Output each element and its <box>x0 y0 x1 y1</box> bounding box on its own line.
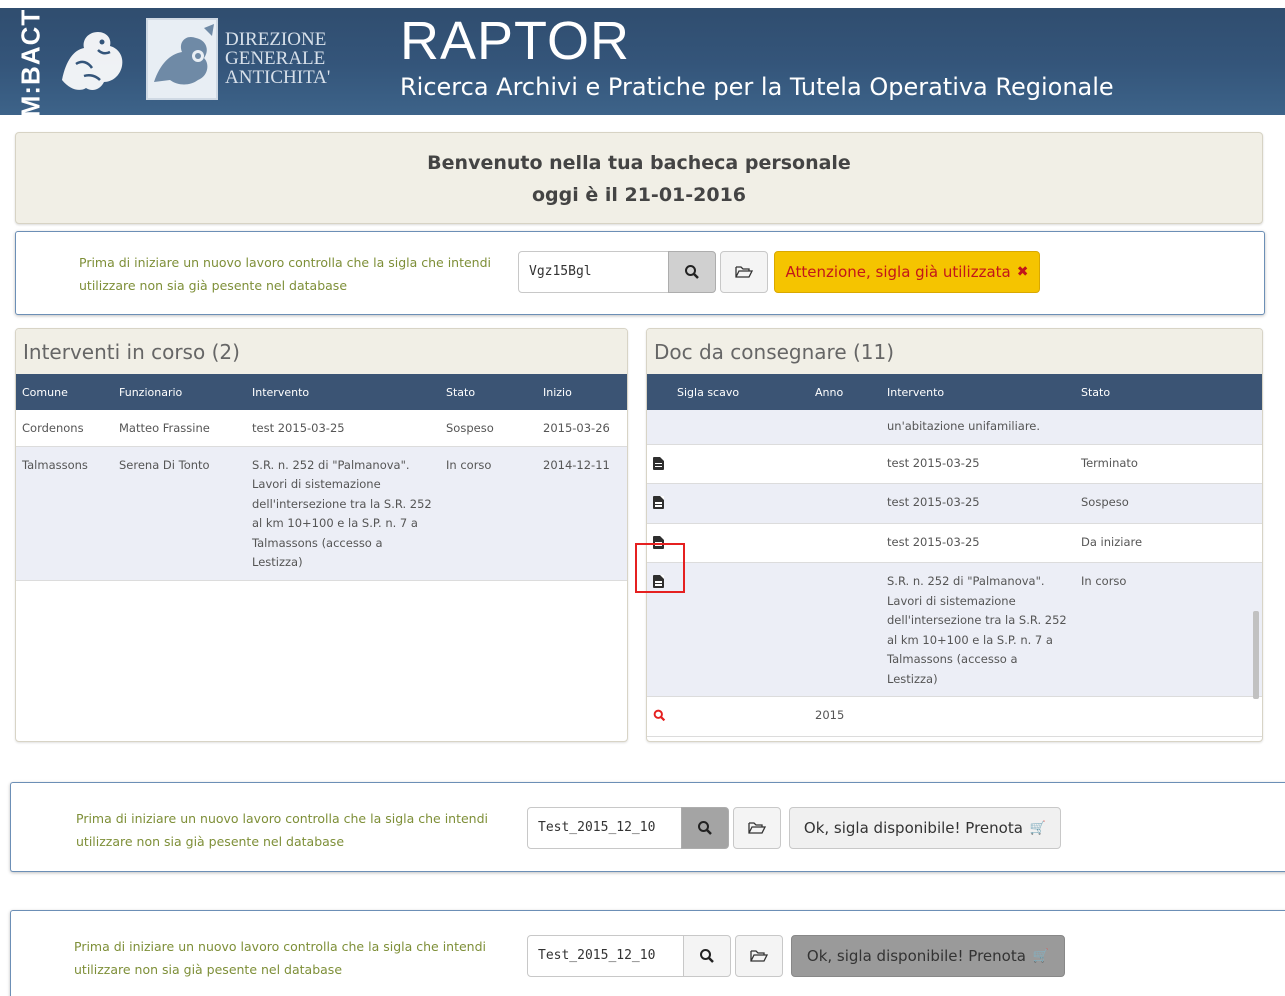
prenota-button[interactable]: Ok, sigla disponibile! Prenota 🛒 <box>789 807 1061 849</box>
docs-table: Sigla scavo Anno Intervento Stato un'abi… <box>647 374 1262 737</box>
mibact-logo: M:BACT <box>15 8 46 115</box>
dga-label: DIREZIONE GENERALE ANTICHITA' <box>225 29 331 88</box>
table-row[interactable]: Talmassons Serena Di Tonto S.R. n. 252 d… <box>16 446 627 581</box>
table-row[interactable]: 2015 <box>647 696 1262 737</box>
header-topline <box>0 0 1285 8</box>
open-folder-button[interactable] <box>733 807 781 849</box>
search-button[interactable] <box>668 251 716 293</box>
highlight-box <box>635 543 685 593</box>
app-subtitle: Ricerca Archivi e Pratiche per la Tutela… <box>400 73 1114 101</box>
folder-open-icon <box>750 950 768 962</box>
sigla-hint: Prima di iniziare un nuovo lavoro contro… <box>74 939 487 977</box>
scrollbar[interactable] <box>1253 611 1259 699</box>
dga-logo-icon <box>146 18 218 100</box>
folder-open-icon <box>735 266 753 278</box>
griffin-emblem-icon <box>62 32 123 90</box>
col-inizio[interactable]: Inizio <box>537 374 627 410</box>
col-funzionario[interactable]: Funzionario <box>113 374 246 410</box>
sigla-check-panel: Prima di iniziare un nuovo lavoro contro… <box>10 782 1285 872</box>
cart-icon: 🛒 <box>1029 820 1047 836</box>
folder-open-icon <box>748 822 766 834</box>
col-anno[interactable]: Anno <box>809 374 881 410</box>
app-header: M:BACT DIREZIONE GENERALE ANTICHITA' RAP… <box>0 0 1285 115</box>
table-row[interactable]: test 2015-03-25 Sospeso <box>647 483 1262 524</box>
col-stato[interactable]: Stato <box>440 374 537 410</box>
search-button[interactable] <box>681 807 729 849</box>
prenota-button[interactable]: Ok, sigla disponibile! Prenota 🛒 <box>791 935 1065 977</box>
table-row[interactable]: S.R. n. 252 di "Palmanova". Lavori di si… <box>647 562 1262 697</box>
file-icon[interactable] <box>653 496 664 509</box>
table-row[interactable]: un'abitazione unifamiliare. <box>647 410 1262 445</box>
sigla-hint: Prima di iniziare un nuovo lavoro contro… <box>76 811 489 849</box>
close-icon[interactable]: ✖ <box>1017 264 1029 280</box>
search-icon <box>700 949 714 963</box>
sigla-check-panel: Prima di iniziare un nuovo lavoro contro… <box>10 910 1285 996</box>
sigla-input[interactable]: Test_2015_12_10 <box>527 935 687 977</box>
interventi-title: Interventi in corso (2) <box>16 329 627 374</box>
docs-title: Doc da consegnare (11) <box>647 329 1262 374</box>
sigla-check-panel: Prima di iniziare un nuovo lavoro contro… <box>15 231 1265 315</box>
app-title: RAPTOR <box>400 11 631 71</box>
sigla-status-warning: Attenzione, sigla già utilizzata ✖ <box>774 251 1040 293</box>
file-icon[interactable] <box>653 456 664 470</box>
welcome-message: Benvenuto nella tua bacheca personale <box>427 152 851 174</box>
docs-panel: Doc da consegnare (11) Sigla scavo Anno … <box>646 328 1263 742</box>
welcome-panel: Benvenuto nella tua bacheca personale og… <box>15 132 1263 224</box>
sigla-input[interactable]: Vgz15Bgl <box>518 251 670 293</box>
interventi-table: Comune Funzionario Intervento Stato Iniz… <box>16 374 627 581</box>
col-comune[interactable]: Comune <box>16 374 113 410</box>
col-sigla-scavo[interactable]: Sigla scavo <box>647 374 809 410</box>
search-icon <box>685 265 699 279</box>
open-folder-button[interactable] <box>720 251 768 293</box>
open-folder-button[interactable] <box>735 935 783 977</box>
table-row[interactable]: test 2015-03-25 Da iniziare <box>647 523 1262 563</box>
table-row[interactable]: test 2015-03-25 Terminato <box>647 444 1262 484</box>
sigla-hint: Prima di iniziare un nuovo lavoro contro… <box>79 255 492 293</box>
search-icon <box>698 821 712 835</box>
search-icon[interactable] <box>653 709 666 722</box>
col-stato[interactable]: Stato <box>1075 374 1262 410</box>
search-button[interactable] <box>683 935 731 977</box>
current-date: oggi è il 21-01-2016 <box>531 184 747 206</box>
interventi-panel: Interventi in corso (2) Comune Funzionar… <box>15 328 628 742</box>
col-intervento[interactable]: Intervento <box>246 374 440 410</box>
cart-icon: 🛒 <box>1032 948 1050 964</box>
col-intervento[interactable]: Intervento <box>881 374 1075 410</box>
table-row[interactable]: Cordenons Matteo Frassine test 2015-03-2… <box>16 410 627 447</box>
sigla-input[interactable]: Test_2015_12_10 <box>527 807 685 849</box>
